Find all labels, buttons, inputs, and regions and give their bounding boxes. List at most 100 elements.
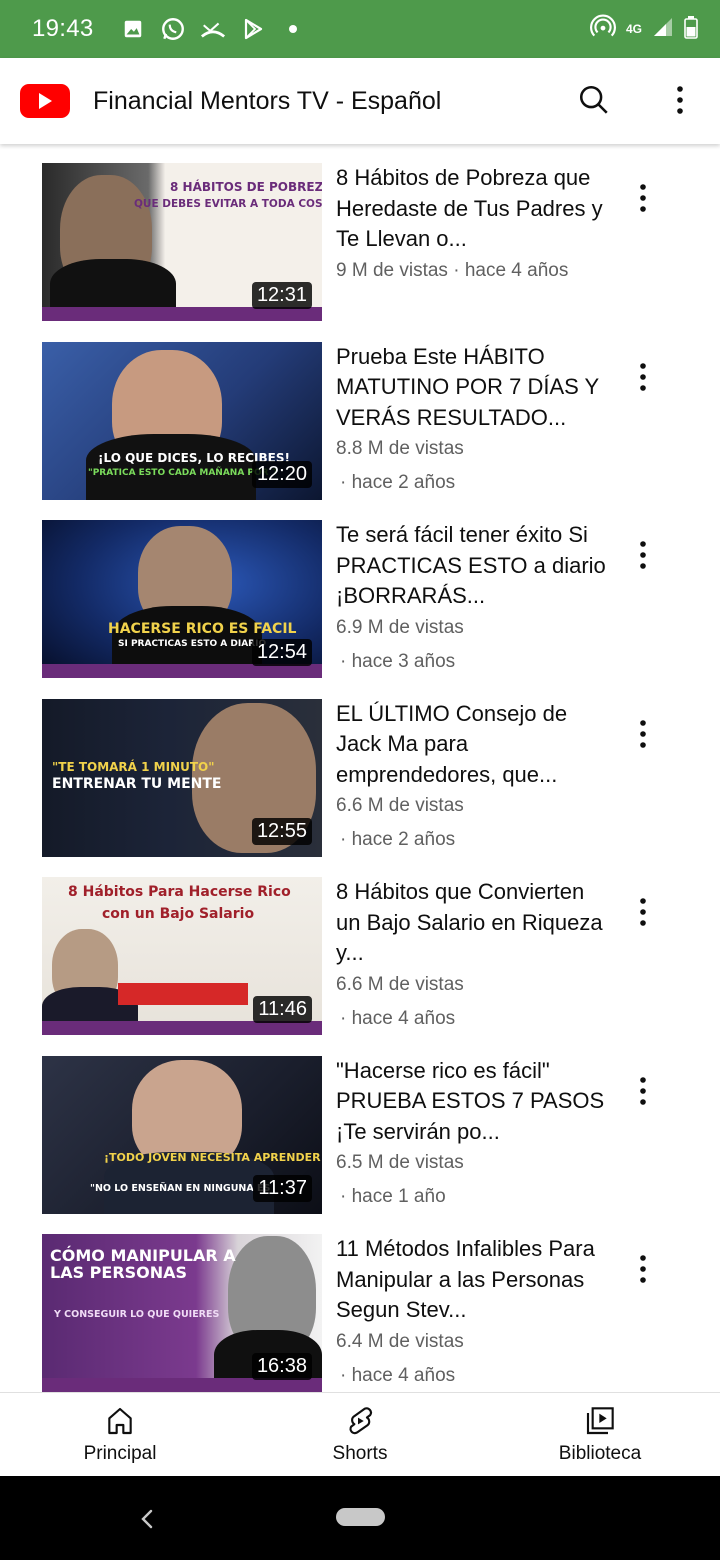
video-thumbnail[interactable]: ¡TODO JOVEN NECESITA APRENDER ESTO! "NO … [42,1055,322,1214]
video-age: · hace 2 años [340,829,456,850]
thumb-subcaption: QUE DEBES EVITAR A TODA COSTA [134,198,322,210]
video-stats: 9 M de vistas · hace 4 años [336,259,569,281]
video-item[interactable]: ¡LO QUE DICES, LO RECIBES! "PRATICA ESTO… [0,341,720,521]
video-list: 8 HÁBITOS DE POBREZA QUE DEBES EVITAR A … [0,163,720,1413]
thumb-caption: 8 Hábitos Para Hacerse Rico [68,884,291,900]
more-vert-icon [640,1255,646,1283]
video-more-button[interactable] [628,717,658,751]
video-thumbnail[interactable]: 8 Hábitos Para Hacerse Rico con un Bajo … [42,877,322,1035]
video-more-button[interactable] [628,360,658,394]
status-time: 19:43 [32,15,94,42]
video-title[interactable]: EL ÚLTIMO Consejo de Jack Ma para empren… [336,699,606,791]
video-more-button[interactable] [628,895,658,929]
more-vert-icon [677,86,683,114]
status-right: 4G [590,13,698,45]
video-stats: 6.6 M de vistas [336,973,464,995]
video-stats: 8.8 M de vistas [336,438,464,459]
video-age: · hace 1 año [340,1186,446,1207]
thumb-strip [42,1021,322,1035]
search-button[interactable] [574,80,614,120]
video-title[interactable]: Prueba Este HÁBITO MATUTINO POR 7 DÍAS Y… [336,342,606,434]
thumb-caption: CÓMO MANIPULAR A LAS PERSONAS [50,1246,236,1282]
nav-label: Principal [83,1442,157,1464]
video-stats: 6.9 M de vistas [336,616,464,638]
video-meta: 8 Hábitos que Convierten un Bajo Salario… [336,877,606,1033]
video-age: · hace 4 años [340,1007,456,1029]
video-title[interactable]: "Hacerse rico es fácil" PRUEBA ESTOS 7 P… [336,1056,606,1148]
video-meta: EL ÚLTIMO Consejo de Jack Ma para empren… [336,699,606,855]
whatsapp-icon [160,16,186,42]
video-title[interactable]: Te será fácil tener éxito Si PRACTICAS E… [336,520,606,612]
more-vert-icon [640,184,646,212]
thumb-caption: HACERSE RICO ES FACIL [108,621,297,637]
video-meta: 8 Hábitos de Pobreza que Heredaste de Tu… [336,163,606,285]
video-item[interactable]: ¡TODO JOVEN NECESITA APRENDER ESTO! "NO … [0,1055,720,1235]
more-vert-icon [640,719,646,748]
video-title[interactable]: 8 Hábitos de Pobreza que Heredaste de Tu… [336,163,606,255]
video-more-button[interactable] [628,1252,658,1286]
nav-item-shorts[interactable]: Shorts [240,1393,480,1476]
battery-icon [684,15,698,44]
more-options-button[interactable] [660,80,700,120]
video-more-button[interactable] [628,181,658,215]
video-meta: Te será fácil tener éxito Si PRACTICAS E… [336,520,606,676]
video-item[interactable]: 8 HÁBITOS DE POBREZA QUE DEBES EVITAR A … [0,163,720,342]
status-bar: 19:43 4G [0,0,720,58]
thumb-caption: 8 HÁBITOS DE POBREZA [170,180,322,194]
video-duration: 12:31 [251,282,312,309]
video-duration: 11:37 [253,1174,312,1202]
video-item[interactable]: CÓMO MANIPULAR A LAS PERSONAS Y CONSEGUI… [0,1234,720,1413]
channel-title: Financial Mentors TV - Español [93,86,442,115]
nav-label: Shorts [332,1442,388,1464]
signal-icon [652,16,674,43]
image-icon [120,16,146,42]
network-label: 4G [625,22,642,36]
shorts-icon [349,1406,372,1434]
video-meta: 11 Métodos Infalibles Para Manipular a l… [336,1234,606,1390]
thumb-strip [42,1378,322,1392]
nav-item-biblioteca[interactable]: Biblioteca [480,1393,720,1476]
video-title[interactable]: 8 Hábitos que Convierten un Bajo Salario… [336,877,606,969]
thumb-subcaption: ENTRENAR TU MENTE [52,775,222,792]
back-button[interactable] [132,1504,162,1534]
thumb-strip [42,664,322,678]
thumb-subcaption: "NO LO ENSEÑAN EN NINGUNA ES [90,1182,271,1194]
video-item[interactable]: 8 Hábitos Para Hacerse Rico con un Bajo … [0,877,720,1056]
video-age: · hace 4 años [340,1364,456,1386]
video-duration: 16:38 [251,1353,312,1380]
video-more-button[interactable] [628,1074,658,1108]
nav-label: Biblioteca [558,1442,642,1464]
video-age: · hace 2 años [340,472,456,493]
youtube-logo-icon[interactable] [20,84,70,118]
video-item[interactable]: "TE TOMARÁ 1 MINUTO" ENTRENAR TU MENTE 1… [0,698,720,878]
notification-icons [120,16,306,42]
app-header: Financial Mentors TV - Español [0,58,720,144]
thumb-subcaption: SI PRACTICAS ESTO A DIARIO [118,639,267,649]
video-duration: 12:55 [251,817,312,845]
video-thumbnail[interactable]: CÓMO MANIPULAR A LAS PERSONAS Y CONSEGUI… [42,1234,322,1392]
video-stats: 6.6 M de vistas [336,795,464,816]
play-store-icon [240,16,266,42]
search-icon [579,85,608,114]
video-thumbnail[interactable]: 8 HÁBITOS DE POBREZA QUE DEBES EVITAR A … [42,163,322,321]
video-stats: 6.4 M de vistas [336,1330,464,1352]
video-item[interactable]: HACERSE RICO ES FACIL SI PRACTICAS ESTO … [0,520,720,699]
video-age: · hace 3 años [340,650,456,672]
video-more-button[interactable] [628,538,658,572]
more-vert-icon [640,1076,646,1105]
video-duration: 12:54 [251,639,312,666]
home-icon [108,1407,132,1434]
video-meta: Prueba Este HÁBITO MATUTINO POR 7 DÍAS Y… [336,342,606,498]
thumb-subcaption: "PRATICA ESTO CADA MAÑANA POR 7 [88,467,278,478]
home-gesture-pill[interactable] [336,1508,385,1526]
video-thumbnail[interactable]: ¡LO QUE DICES, LO RECIBES! "PRATICA ESTO… [42,341,322,500]
system-navigation-bar [0,1476,720,1560]
video-title[interactable]: 11 Métodos Infalibles Para Manipular a l… [336,1234,606,1326]
video-thumbnail[interactable]: HACERSE RICO ES FACIL SI PRACTICAS ESTO … [42,520,322,678]
hotspot-icon [590,13,616,45]
more-vert-icon [640,362,646,391]
nav-item-principal[interactable]: Principal [0,1393,240,1476]
video-thumbnail[interactable]: "TE TOMARÁ 1 MINUTO" ENTRENAR TU MENTE 1… [42,698,322,857]
video-meta: "Hacerse rico es fácil" PRUEBA ESTOS 7 P… [336,1056,606,1212]
thumb-caption: ¡TODO JOVEN NECESITA APRENDER ESTO! [104,1150,322,1164]
